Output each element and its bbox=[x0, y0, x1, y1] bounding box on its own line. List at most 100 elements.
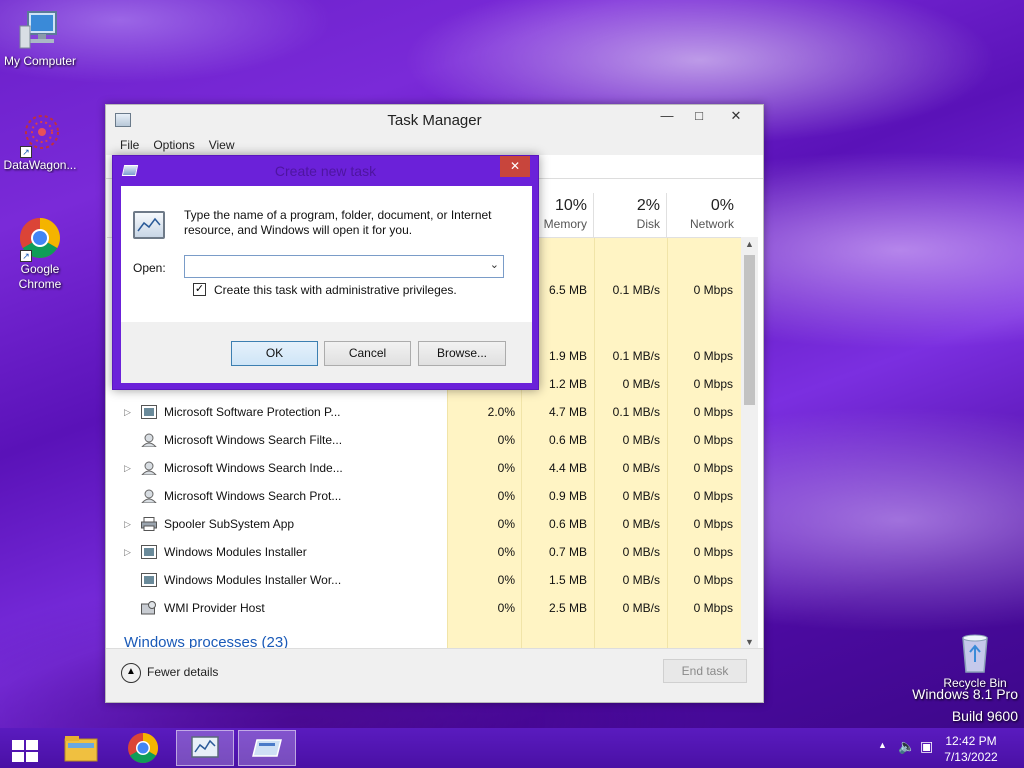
table-row[interactable]: ▷ Microsoft Windows Search Inde... 0% 4.… bbox=[107, 454, 741, 482]
cpu-cell: 0% bbox=[497, 461, 515, 475]
start-button[interactable] bbox=[0, 730, 58, 766]
process-name: Spooler SubSystem App bbox=[164, 517, 295, 531]
disk-cell: 0 MB/s bbox=[622, 601, 660, 615]
process-name: Microsoft Windows Search Inde... bbox=[164, 461, 343, 475]
disk-label: Disk bbox=[636, 217, 660, 231]
network-cell: 0 Mbps bbox=[693, 405, 733, 419]
process-name: WMI Provider Host bbox=[164, 601, 265, 615]
shortcut-arrow-icon: ↗ bbox=[20, 146, 32, 158]
menu-bar: File Options View bbox=[106, 135, 763, 155]
memory-cell: 4.4 MB bbox=[548, 461, 587, 475]
cpu-cell: 0% bbox=[497, 517, 515, 531]
task-manager-footer: ▲ Fewer details End task bbox=[106, 648, 763, 702]
scroll-down-icon[interactable]: ▼ bbox=[741, 637, 758, 647]
desktop-icon-label: Google Chrome bbox=[18, 262, 62, 291]
taskbar-run-dialog[interactable] bbox=[238, 730, 296, 766]
dialog-body: Type the name of a program, folder, docu… bbox=[121, 186, 532, 383]
taskbar-chrome[interactable] bbox=[114, 730, 172, 766]
memory-cell: 1.5 MB bbox=[548, 573, 587, 587]
table-row[interactable]: ▷ Spooler SubSystem App 0% 0.6 MB 0 MB/s… bbox=[107, 510, 741, 538]
volume-muted-icon[interactable]: 🔈 bbox=[898, 738, 915, 755]
system-tray: ▲ 🔈 ▣ 12:42 PM 7/13/2022 bbox=[864, 728, 1024, 768]
desktop-icon-google-chrome[interactable]: ↗ Google Chrome bbox=[0, 216, 80, 292]
network-cell: 0 Mbps bbox=[693, 545, 733, 559]
browse-button[interactable]: Browse... bbox=[418, 341, 506, 366]
recycle-bin-icon bbox=[953, 630, 997, 674]
table-row[interactable]: ▷ Windows Modules Installer 0% 0.7 MB 0 … bbox=[107, 538, 741, 566]
memory-cell: 0.9 MB bbox=[548, 489, 587, 503]
dialog-close-button[interactable]: ✕ bbox=[500, 156, 530, 177]
clock-time: 12:42 PM bbox=[945, 734, 997, 748]
cancel-button[interactable]: Cancel bbox=[324, 341, 411, 366]
expand-chevron-icon[interactable]: ▷ bbox=[124, 538, 131, 566]
process-name: Microsoft Windows Search Prot... bbox=[164, 489, 342, 503]
create-new-task-dialog: Create new task ✕ Type the name of a pro… bbox=[112, 155, 539, 390]
taskbar-file-explorer[interactable] bbox=[52, 730, 110, 766]
memory-cell: 2.5 MB bbox=[548, 601, 587, 615]
process-name: Windows Modules Installer Wor... bbox=[164, 573, 342, 587]
disk-cell: 0 MB/s bbox=[622, 573, 660, 587]
run-dialog-icon bbox=[252, 739, 282, 757]
network-cell: 0 Mbps bbox=[693, 573, 733, 587]
network-label: Network bbox=[689, 217, 734, 231]
disk-cell: 0 MB/s bbox=[622, 489, 660, 503]
taskbar-task-manager[interactable] bbox=[176, 730, 234, 766]
task-manager-titlebar[interactable]: Task Manager — □ ✕ bbox=[106, 105, 763, 135]
vertical-scrollbar[interactable]: ▲ ▼ bbox=[741, 237, 758, 649]
desktop-icon-my-computer[interactable]: My Computer bbox=[0, 8, 80, 69]
disk-cell: 0.1 MB/s bbox=[612, 349, 660, 363]
column-header-disk[interactable]: 2% Disk bbox=[593, 193, 666, 237]
dialog-title: Create new task bbox=[274, 163, 377, 179]
desktop-icon-recycle-bin[interactable]: Recycle Bin bbox=[935, 630, 1015, 691]
menu-options[interactable]: Options bbox=[153, 135, 194, 155]
open-combobox[interactable]: ⌄ bbox=[184, 255, 504, 278]
network-cell: 0 Mbps bbox=[693, 349, 733, 363]
process-name: Microsoft Software Protection P... bbox=[164, 405, 341, 419]
dialog-description: Type the name of a program, folder, docu… bbox=[184, 208, 492, 237]
network-icon[interactable]: ▣ bbox=[920, 738, 933, 755]
chrome-icon: ↗ bbox=[18, 216, 62, 262]
task-manager-icon bbox=[191, 736, 219, 758]
column-header-network[interactable]: 0% Network bbox=[666, 193, 740, 237]
expand-chevron-icon[interactable]: ▷ bbox=[124, 510, 131, 538]
fewer-details-link[interactable]: Fewer details bbox=[147, 665, 218, 679]
clock[interactable]: 12:42 PM 7/13/2022 bbox=[936, 733, 1006, 765]
expand-chevron-icon[interactable]: ▷ bbox=[124, 398, 131, 426]
table-row[interactable]: ▷ Microsoft Software Protection P... 2.0… bbox=[107, 398, 741, 426]
table-row[interactable]: Microsoft Windows Search Filte... 0% 0.6… bbox=[107, 426, 741, 454]
network-cell: 0 Mbps bbox=[693, 489, 733, 503]
search-user-icon bbox=[141, 489, 157, 503]
service-icon bbox=[141, 405, 157, 419]
menu-view[interactable]: View bbox=[209, 135, 235, 155]
chevron-up-icon[interactable]: ▲ bbox=[121, 663, 141, 683]
group-heading-windows-processes: Windows processes (23) bbox=[124, 634, 289, 649]
process-name: Windows Modules Installer bbox=[164, 545, 307, 559]
close-button[interactable]: ✕ bbox=[715, 105, 757, 127]
watermark-build: Build 9600 bbox=[951, 708, 1018, 724]
scrollbar-thumb[interactable] bbox=[744, 255, 755, 405]
wmi-icon bbox=[141, 601, 156, 615]
admin-privileges-checkbox[interactable]: ✓ bbox=[193, 283, 206, 296]
admin-privileges-label[interactable]: Create this task with administrative pri… bbox=[214, 283, 457, 297]
table-row[interactable]: Microsoft Windows Search Prot... 0% 0.9 … bbox=[107, 482, 741, 510]
minimize-button[interactable]: — bbox=[653, 105, 681, 127]
chevron-up-icon[interactable]: ▲ bbox=[878, 740, 887, 750]
expand-chevron-icon[interactable]: ▷ bbox=[124, 454, 131, 482]
disk-cell: 0.1 MB/s bbox=[612, 405, 660, 419]
scroll-up-icon[interactable]: ▲ bbox=[741, 239, 758, 249]
table-row[interactable]: Windows Modules Installer Wor... 0% 1.5 … bbox=[107, 566, 741, 594]
maximize-button[interactable]: □ bbox=[685, 105, 713, 127]
network-cell: 0 Mbps bbox=[693, 377, 733, 391]
chevron-down-icon[interactable]: ⌄ bbox=[490, 258, 499, 271]
menu-file[interactable]: File bbox=[120, 135, 139, 155]
datawagon-icon: ↗ bbox=[18, 112, 62, 158]
ok-button[interactable]: OK bbox=[231, 341, 318, 366]
clock-date: 7/13/2022 bbox=[944, 750, 998, 764]
search-user-icon bbox=[141, 433, 157, 447]
computer-icon bbox=[18, 8, 62, 52]
folder-icon bbox=[64, 736, 98, 762]
table-row[interactable]: WMI Provider Host 0% 2.5 MB 0 MB/s 0 Mbp… bbox=[107, 594, 741, 622]
open-label: Open: bbox=[133, 261, 166, 275]
end-task-button[interactable]: End task bbox=[663, 659, 747, 683]
desktop-icon-datawagon[interactable]: ↗ DataWagon... bbox=[0, 112, 80, 173]
